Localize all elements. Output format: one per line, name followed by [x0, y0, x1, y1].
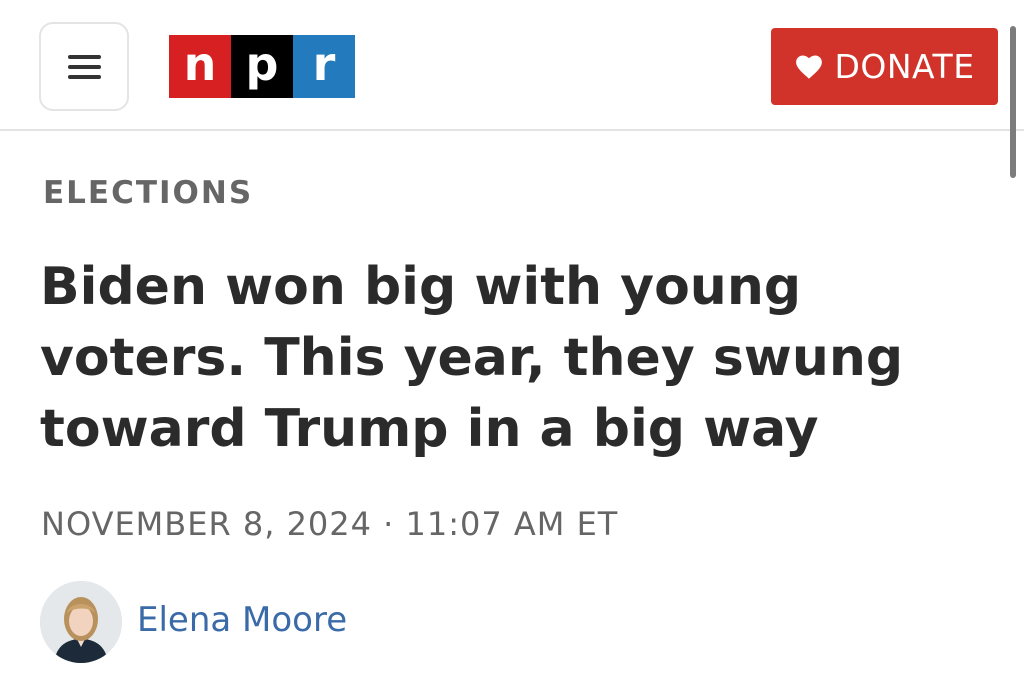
scrollbar[interactable] — [1010, 26, 1016, 178]
donate-label: DONATE — [834, 47, 975, 86]
article-headline: Biden won big with young voters. This ye… — [40, 257, 904, 459]
logo-letter-p: p — [231, 35, 293, 98]
npr-logo[interactable]: n p r — [169, 35, 355, 98]
menu-button[interactable] — [39, 22, 129, 111]
section-label[interactable]: ELECTIONS — [43, 175, 253, 211]
author-avatar[interactable] — [40, 581, 122, 663]
site-header: n p r DONATE — [0, 0, 1024, 131]
donate-button[interactable]: DONATE — [771, 28, 998, 105]
heart-icon — [796, 55, 823, 79]
logo-letter-r: r — [293, 35, 355, 98]
author-photo — [40, 581, 122, 663]
author-name-link[interactable]: Elena Moore — [137, 600, 347, 640]
logo-letter-n: n — [169, 35, 231, 98]
article-dateline: NOVEMBER 8, 2024 · 11:07 AM ET — [41, 505, 619, 543]
